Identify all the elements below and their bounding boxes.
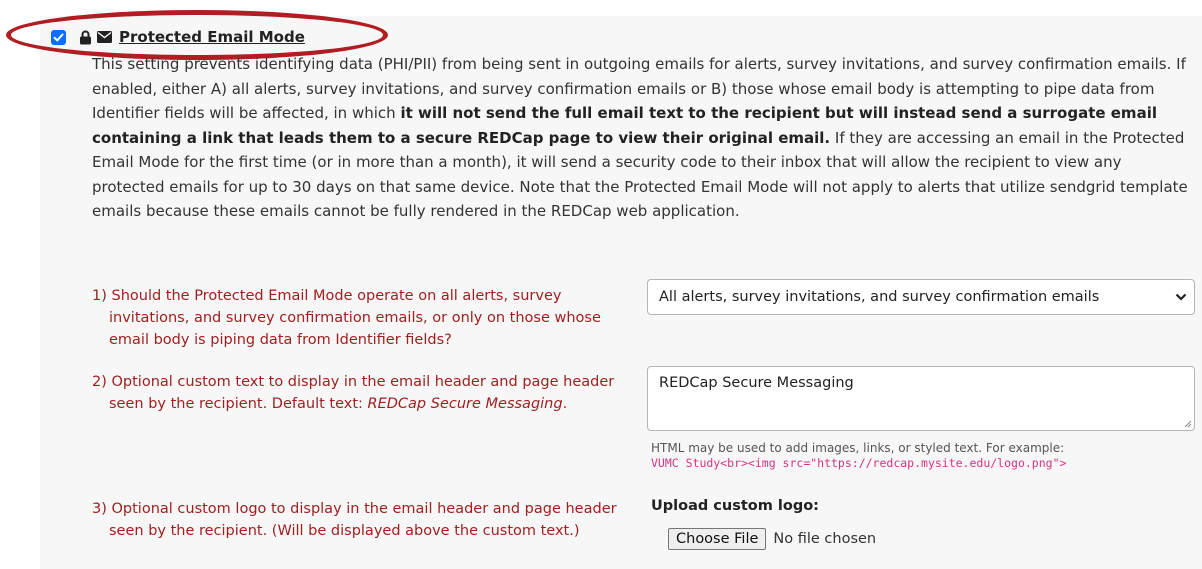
- question-2-default: REDCap Secure Messaging: [367, 396, 563, 412]
- resize-handle-icon[interactable]: [1182, 418, 1192, 428]
- question-1-label: 1) Should the Protected Email Mode opera…: [92, 288, 601, 348]
- choose-file-button[interactable]: Choose File: [668, 528, 767, 550]
- question-3-label: 3) Optional custom logo to display in th…: [92, 501, 617, 539]
- protected-email-title[interactable]: Protected Email Mode: [119, 28, 305, 46]
- html-hint: HTML may be used to add images, links, o…: [651, 441, 1065, 455]
- mode-select[interactable]: All alerts, survey invitations, and surv…: [647, 279, 1195, 315]
- custom-header-text-value: REDCap Secure Messaging: [659, 375, 854, 391]
- chevron-down-icon: [1168, 293, 1194, 301]
- checkmark-icon: [53, 33, 64, 41]
- upload-logo-label: Upload custom logo:: [651, 498, 819, 514]
- html-example-code: VUMC Study<br><img src="https://redcap.m…: [651, 456, 1067, 470]
- protected-email-header: Protected Email Mode: [51, 26, 305, 48]
- file-status: No file chosen: [773, 531, 877, 547]
- lock-icon: [79, 30, 92, 45]
- envelope-icon: [97, 31, 112, 43]
- question-2-suffix: .: [562, 396, 568, 412]
- file-upload-control: Choose File No file chosen: [668, 528, 876, 550]
- protected-email-description: This setting prevents identifying data (…: [92, 52, 1197, 224]
- question-2-label: 2) Optional custom text to display in th…: [92, 371, 644, 415]
- custom-header-text-input[interactable]: REDCap Secure Messaging: [647, 366, 1195, 431]
- protected-email-checkbox[interactable]: [51, 29, 66, 45]
- mode-select-value: All alerts, survey invitations, and surv…: [659, 289, 1100, 305]
